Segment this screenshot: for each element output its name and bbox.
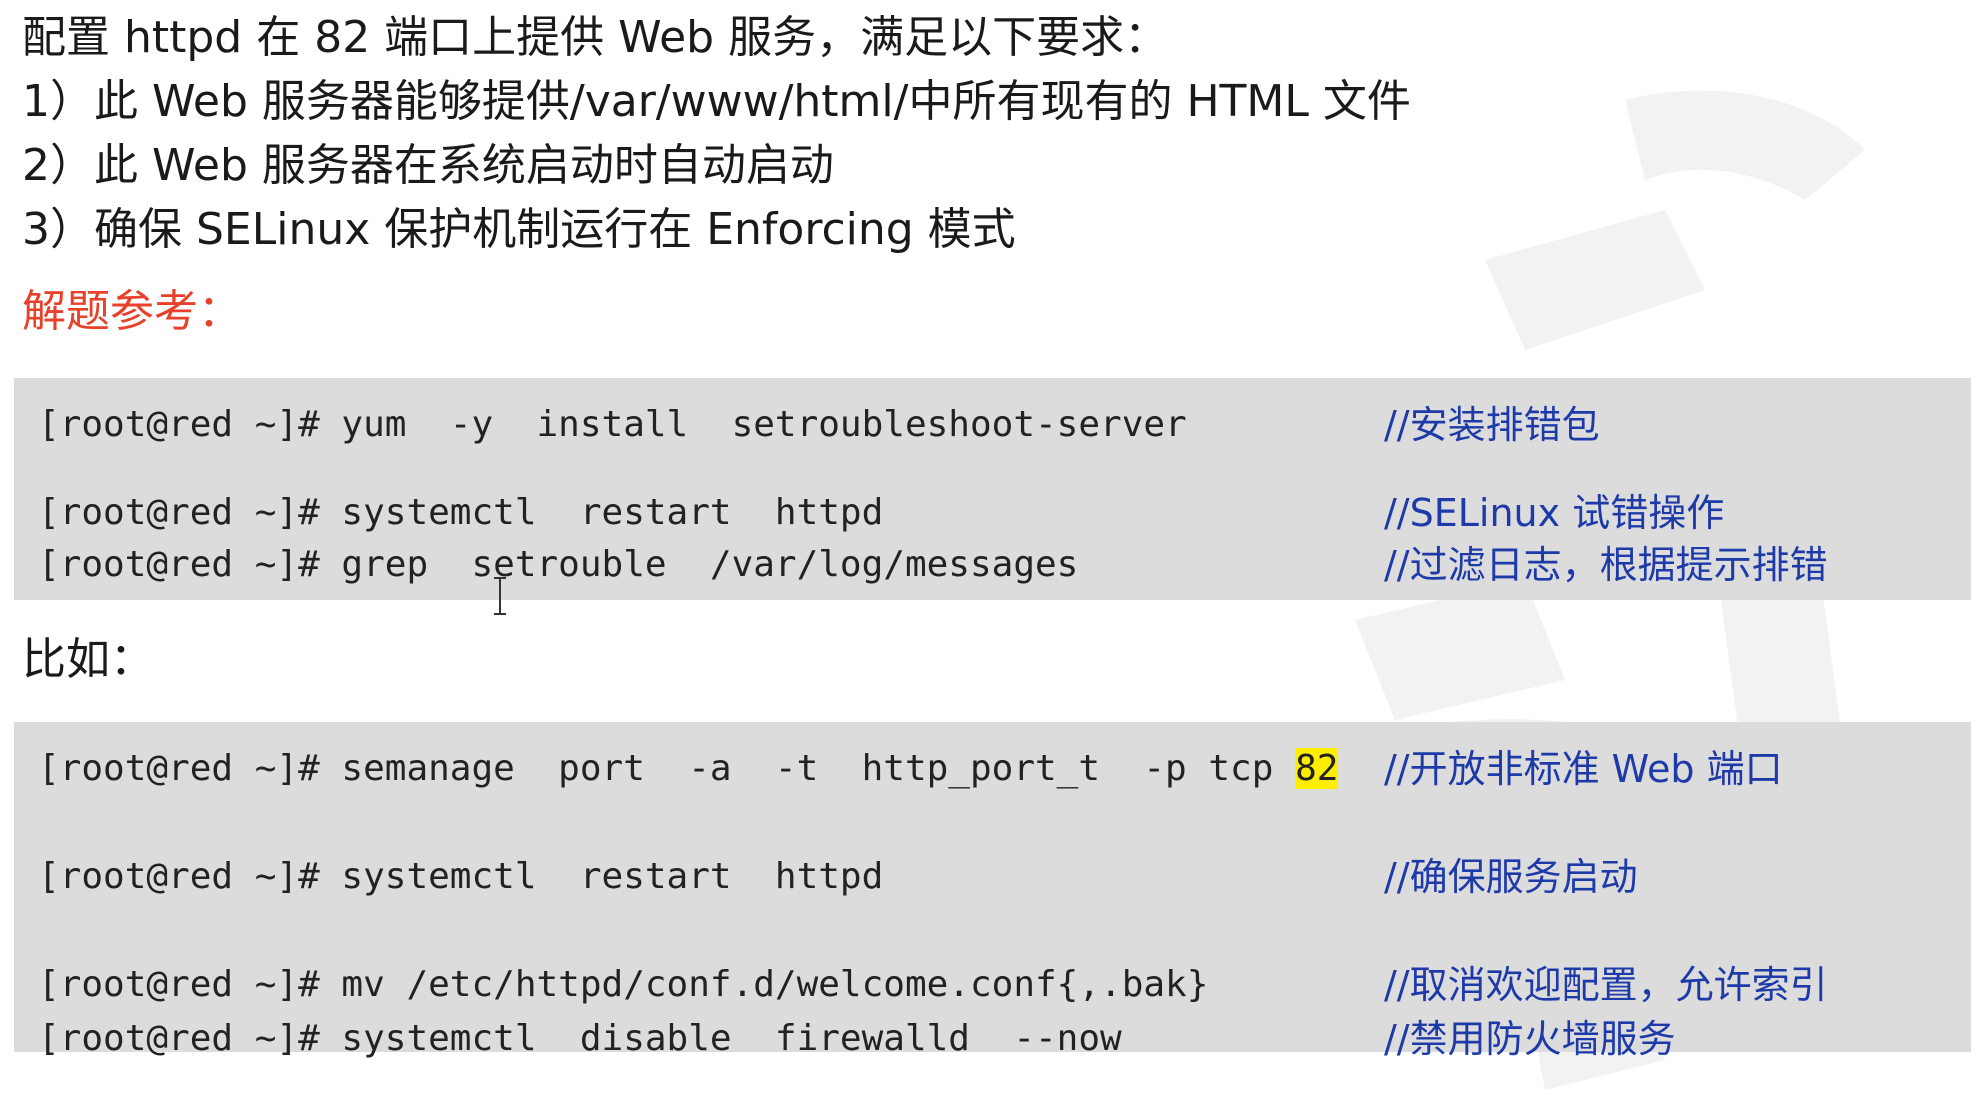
code-row: [root@red ~]# systemctl restart httpd //…	[26, 850, 1959, 904]
answer-heading: 解题参考：	[22, 286, 242, 337]
code-block-troubleshoot: [root@red ~]# yum -y install setroublesh…	[14, 378, 1971, 600]
example-heading: 比如：	[22, 634, 154, 685]
command-comment: //开放非标准 Web 端口	[1384, 747, 1783, 791]
command-text: [root@red ~]# systemctl disable firewall…	[38, 1018, 1122, 1059]
requirement-2: 2）此 Web 服务器在系统启动时自动启动	[22, 140, 834, 191]
text-cursor-icon	[494, 577, 506, 615]
command-comment: //禁用防火墙服务	[1384, 1017, 1676, 1061]
task-description: 配置 httpd 在 82 端口上提供 Web 服务，满足以下要求： 1）此 W…	[22, 6, 1411, 262]
command-text: [root@red ~]# yum -y install setroublesh…	[38, 404, 1187, 445]
code-row: [root@red ~]# systemctl disable firewall…	[26, 1012, 1959, 1066]
command-comment: //过滤日志，根据提示排错	[1384, 543, 1828, 587]
code-row: [root@red ~]# systemctl restart httpd //…	[26, 486, 1959, 540]
command-comment: //SELinux 试错操作	[1384, 491, 1725, 535]
command-comment: //取消欢迎配置，允许索引	[1384, 963, 1828, 1007]
code-row: [root@red ~]# mv /etc/httpd/conf.d/welco…	[26, 958, 1959, 1012]
code-row: [root@red ~]# yum -y install setroublesh…	[26, 398, 1959, 452]
requirement-1: 1）此 Web 服务器能够提供/var/www/html/中所有现有的 HTML…	[22, 76, 1411, 127]
highlighted-port: 82	[1295, 748, 1339, 789]
requirement-3: 3）确保 SELinux 保护机制运行在 Enforcing 模式	[22, 204, 1016, 255]
command-prefix: [root@red ~]# semanage port -a -t http_p…	[38, 748, 1296, 789]
code-row: [root@red ~]# semanage port -a -t http_p…	[26, 742, 1959, 796]
command-text: [root@red ~]# semanage port -a -t http_p…	[38, 742, 1339, 796]
task-title: 配置 httpd 在 82 端口上提供 Web 服务，满足以下要求：	[22, 12, 1169, 63]
command-text: [root@red ~]# mv /etc/httpd/conf.d/welco…	[38, 964, 1209, 1005]
command-text: [root@red ~]# systemctl restart httpd	[38, 492, 884, 533]
command-text: [root@red ~]# grep setrouble /var/log/me…	[38, 544, 1079, 585]
command-comment: //确保服务启动	[1384, 855, 1638, 899]
code-block-fix: [root@red ~]# semanage port -a -t http_p…	[14, 722, 1971, 1061]
command-text: [root@red ~]# systemctl restart httpd	[38, 856, 884, 897]
code-row: [root@red ~]# grep setrouble /var/log/me…	[26, 538, 1959, 592]
command-comment: //安装排错包	[1384, 403, 1600, 447]
